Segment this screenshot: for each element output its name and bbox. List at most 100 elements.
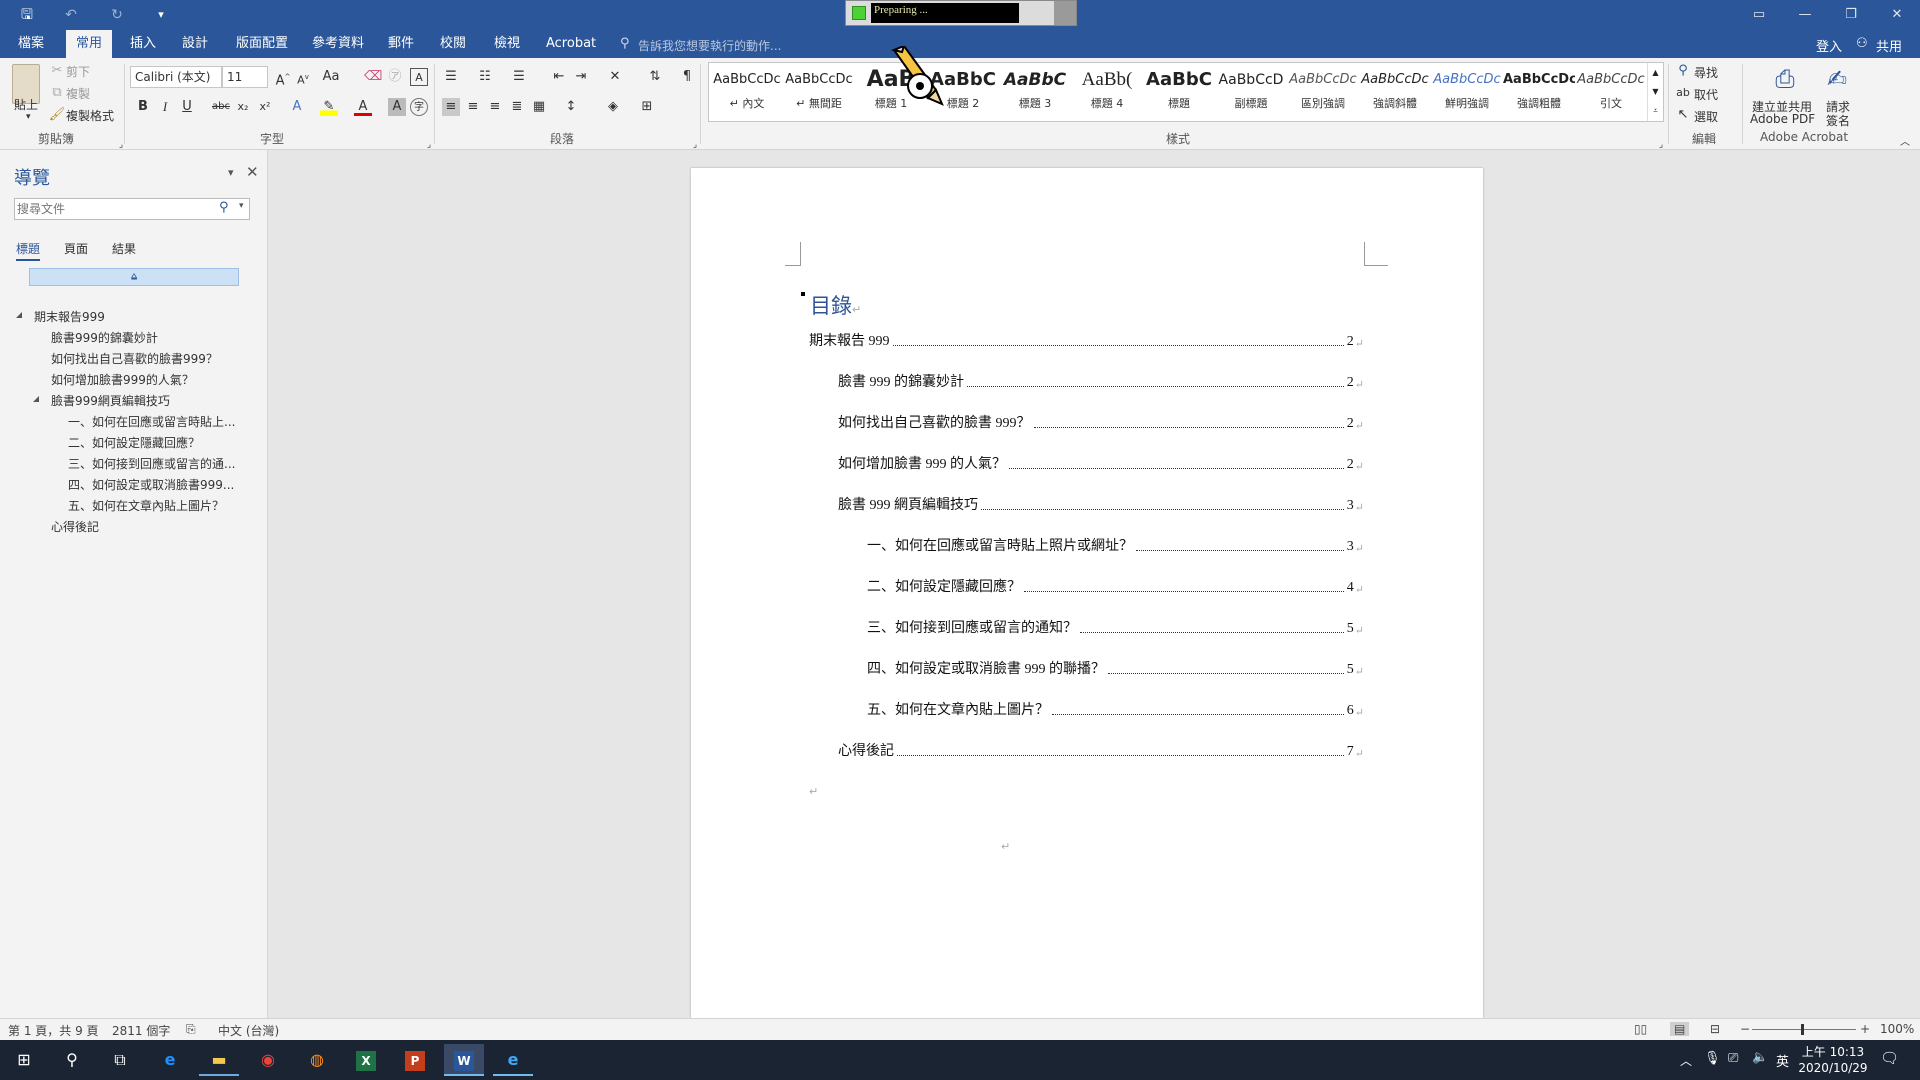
microphone-icon[interactable]: 🎙 (1704, 1051, 1721, 1066)
request-signature-label-2[interactable]: 簽名 (1826, 112, 1850, 129)
internet-explorer-icon[interactable]: e (493, 1044, 533, 1076)
save-icon[interactable]: 🖫 (16, 5, 38, 25)
ribbon-display-icon[interactable]: ▭ (1736, 0, 1782, 30)
web-layout-icon[interactable]: ⊟ (1710, 1022, 1720, 1036)
nav-options-icon[interactable]: ▾ (228, 166, 234, 179)
nav-tab-pages[interactable]: 頁面 (64, 240, 88, 257)
word-count[interactable]: 2811 個字 (112, 1022, 170, 1039)
style-subtle-emphasis[interactable]: AaBbCcDc 區別強調 (1287, 65, 1359, 119)
tab-layout[interactable]: 版面配置 (226, 30, 298, 58)
windows-start-icon[interactable]: ⊞ (4, 1044, 44, 1076)
volume-icon[interactable]: 🔈 (1752, 1050, 1768, 1065)
underline-icon[interactable]: U (178, 98, 196, 116)
nav-heading-item[interactable]: 期末報告999 (34, 308, 105, 325)
align-left-icon[interactable]: ≡ (442, 98, 460, 116)
nav-heading-item[interactable]: 臉書999的錦囊妙計 (51, 329, 158, 346)
distributed-icon[interactable]: ▦ (530, 98, 548, 116)
multilevel-list-icon[interactable]: ☰ (510, 68, 528, 86)
cut-button[interactable]: 剪下 (66, 63, 90, 80)
style-emphasis[interactable]: AaBbCcDc 強調斜體 (1359, 65, 1431, 119)
nav-search-icon[interactable]: ⚲ (219, 200, 229, 215)
task-view-icon[interactable]: ⧉ (100, 1044, 140, 1076)
powerpoint-icon[interactable]: P (395, 1044, 435, 1076)
tab-review[interactable]: 校閱 (430, 30, 476, 58)
decrease-indent-icon[interactable]: ⇤ (550, 68, 568, 86)
styles-scroll-up-icon[interactable]: ▲ (1647, 63, 1663, 82)
style-intense-emphasis[interactable]: AaBbCcDc 鮮明強調 (1431, 65, 1503, 119)
tab-references[interactable]: 參考資料 (302, 30, 374, 58)
character-border-icon[interactable]: A (410, 68, 428, 86)
edge-icon[interactable]: e (150, 1044, 190, 1076)
nav-tab-results[interactable]: 結果 (112, 240, 136, 257)
share-button[interactable]: 共用 (1876, 36, 1902, 55)
language-indicator[interactable]: 中文 (台灣) (218, 1022, 279, 1039)
zoom-slider-thumb[interactable] (1801, 1024, 1804, 1035)
print-layout-icon[interactable]: ▤ (1670, 1022, 1690, 1036)
proofing-icon[interactable]: ⎘ (186, 1022, 196, 1037)
undo-icon[interactable]: ↶ (60, 5, 82, 25)
tab-acrobat[interactable]: Acrobat (536, 30, 606, 58)
firefox-icon[interactable]: ◍ (297, 1044, 337, 1076)
toc-entry[interactable]: 如何增加臉書 999 的人氣？ 2 ↵ (838, 451, 1364, 473)
notifications-icon[interactable]: 🗨 (1880, 1049, 1899, 1067)
paste-button[interactable]: 貼上 (14, 96, 38, 113)
font-size-select[interactable]: 11 (222, 66, 268, 88)
nav-heading-item[interactable]: 一、如何在回應或留言時貼上... (68, 413, 235, 430)
strikethrough-icon[interactable]: abc (212, 98, 230, 116)
copy-button[interactable]: 複製 (66, 85, 90, 102)
zoom-level[interactable]: 100% (1880, 1022, 1914, 1036)
tab-design[interactable]: 設計 (172, 30, 218, 58)
nav-heading-item[interactable]: 二、如何設定隱藏回應？ (68, 434, 200, 451)
create-pdf-label-2[interactable]: Adobe PDF (1750, 112, 1815, 126)
bold-icon[interactable]: B (134, 98, 152, 116)
align-center-icon[interactable]: ≡ (464, 98, 482, 116)
nav-collapse-bar[interactable]: ⩠ (29, 268, 239, 286)
clock-time[interactable]: 上午 10:13 (1798, 1043, 1868, 1060)
chinese-layout-icon[interactable]: ✕ (606, 68, 624, 86)
nav-heading-item[interactable]: 如何找出自己喜歡的臉書999？ (51, 350, 218, 367)
word-icon[interactable]: W (444, 1044, 484, 1076)
toc-entry[interactable]: 四、如何設定或取消臉書 999 的聯播？ 5 ↵ (867, 656, 1364, 678)
character-shading-icon[interactable]: A (388, 98, 406, 116)
style-heading-4[interactable]: AaBb(標題 4 (1071, 65, 1143, 119)
clock-date[interactable]: 2020/10/29 (1798, 1061, 1868, 1075)
excel-icon[interactable]: X (346, 1044, 386, 1076)
tray-expand-icon[interactable]: ︿ (1680, 1052, 1692, 1069)
tab-home[interactable]: 常用 (66, 30, 113, 58)
font-name-select[interactable]: Calibri (本文) (130, 66, 222, 88)
tab-insert[interactable]: 插入 (120, 30, 166, 58)
format-painter-icon[interactable]: 🖌 (48, 106, 66, 124)
restore-icon[interactable]: ❐ (1828, 0, 1874, 30)
zoom-out-icon[interactable]: − (1740, 1022, 1750, 1036)
style-title[interactable]: AaBbC 標題 (1143, 65, 1215, 119)
nav-heading-item[interactable]: 五、如何在文章內貼上圖片？ (68, 497, 224, 514)
clear-formatting-icon[interactable]: ⌫ (364, 68, 382, 86)
style-subtitle[interactable]: AaBbCcD 副標題 (1215, 65, 1287, 119)
cut-icon[interactable]: ✂ (48, 62, 66, 80)
style-heading-3[interactable]: AaBbC 標題 3 (999, 65, 1071, 119)
chrome-icon[interactable]: ◉ (248, 1044, 288, 1076)
nav-expand-icon[interactable]: ◢ (16, 310, 22, 319)
nav-heading-item[interactable]: 臉書999網頁編輯技巧 (51, 392, 170, 409)
italic-icon[interactable]: I (156, 98, 174, 116)
toc-entry[interactable]: 臉書 999 的錦囊妙計 2 ↵ (838, 369, 1364, 391)
shrink-font-icon[interactable]: Av (294, 68, 312, 87)
toc-entry[interactable]: 臉書 999 網頁編輯技巧 3 ↵ (838, 492, 1364, 514)
nav-heading-item[interactable]: 四、如何設定或取消臉書999... (68, 476, 234, 493)
subscript-icon[interactable]: x₂ (234, 98, 252, 116)
minimize-icon[interactable]: — (1782, 0, 1828, 30)
nav-heading-item[interactable]: 心得後記 (51, 518, 99, 535)
signin-link[interactable]: 登入 (1816, 36, 1842, 55)
toc-entry[interactable]: 心得後記 7 ↵ (838, 738, 1364, 760)
tab-mailings[interactable]: 郵件 (378, 30, 424, 58)
tell-me-input[interactable]: 告訴我您想要執行的動作... (638, 37, 781, 54)
change-case-icon[interactable]: Aa (322, 68, 340, 86)
nav-expand-icon[interactable]: ◢ (33, 394, 39, 403)
customize-qat-icon[interactable]: ▾ (150, 5, 172, 25)
create-pdf-icon[interactable]: ⎙ (1770, 64, 1800, 94)
page-count[interactable]: 第 1 頁，共 9 頁 (8, 1022, 99, 1039)
numbering-icon[interactable]: ☷ (476, 68, 494, 86)
toc-entry[interactable]: 一、如何在回應或留言時貼上照片或網址？ 3 ↵ (867, 533, 1364, 555)
line-spacing-icon[interactable]: ↕ (562, 98, 580, 116)
toc-entry[interactable]: 二、如何設定隱藏回應？ 4 ↵ (867, 574, 1364, 596)
